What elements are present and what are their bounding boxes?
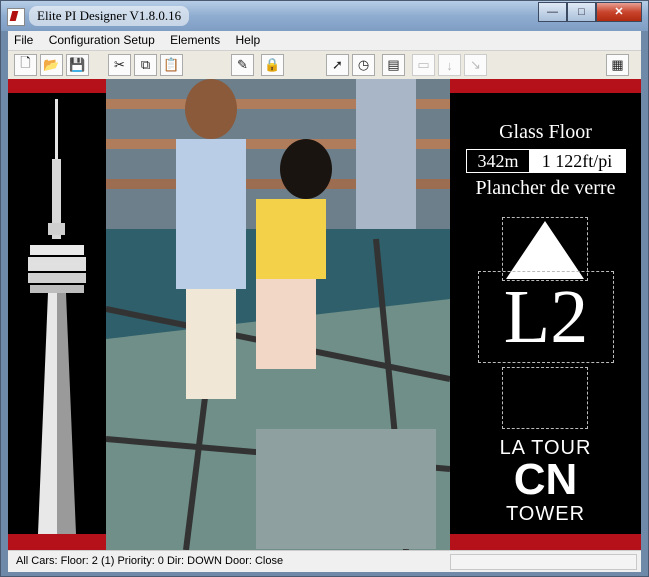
title-bar[interactable]: Elite PI Designer V1.8.0.16 — □ ✕ bbox=[1, 1, 648, 31]
close-button[interactable]: ✕ bbox=[596, 2, 642, 22]
arrow-pointer-icon: ➚ bbox=[332, 57, 343, 72]
select-pointer-button[interactable]: ➚ bbox=[326, 54, 349, 76]
copy-button[interactable]: ⧉ bbox=[134, 54, 157, 76]
menu-bar: File Configuration Setup Elements Help bbox=[8, 31, 641, 49]
glass-floor-photo bbox=[106, 79, 450, 550]
right-red-header-bar bbox=[450, 79, 641, 93]
lock-button[interactable]: 🔒 bbox=[261, 54, 284, 76]
floor-label: L2 bbox=[503, 275, 589, 359]
open-folder-button[interactable]: 📂 bbox=[40, 54, 63, 76]
layout-view-button[interactable]: ▦ bbox=[606, 54, 629, 76]
document-properties-icon: ▤ bbox=[387, 57, 400, 72]
window-title: Elite PI Designer V1.8.0.16 bbox=[29, 6, 190, 26]
left-red-header-bar bbox=[8, 79, 106, 93]
floor-name-english: Glass Floor bbox=[499, 121, 592, 143]
arrow-down-icon: ↓ bbox=[446, 57, 453, 73]
disabled-tool-1-button[interactable]: ▭ bbox=[412, 54, 435, 76]
maximize-button[interactable]: □ bbox=[567, 2, 596, 22]
paste-icon: 📋 bbox=[163, 57, 180, 72]
down-arrow-frame bbox=[502, 367, 588, 429]
blank-icon: ▭ bbox=[417, 57, 430, 72]
window-controls: — □ ✕ bbox=[538, 2, 642, 22]
copy-icon: ⧉ bbox=[140, 57, 151, 72]
window-layout-icon: ▦ bbox=[611, 57, 624, 72]
lock-icon: 🔒 bbox=[264, 57, 281, 72]
left-red-footer-bar bbox=[8, 534, 106, 550]
menu-configuration-setup[interactable]: Configuration Setup bbox=[43, 31, 161, 49]
paste-button[interactable]: 📋 bbox=[160, 54, 183, 76]
clock-icon: ◷ bbox=[357, 57, 370, 72]
height-box: 342m 1 122ft/pi bbox=[466, 149, 626, 173]
menu-help[interactable]: Help bbox=[229, 31, 266, 49]
edit-pencil-icon: ✎ bbox=[237, 57, 248, 72]
new-file-icon: 🗋 bbox=[20, 55, 31, 70]
app-logo-icon[interactable] bbox=[7, 8, 25, 26]
status-progress-panel bbox=[450, 554, 637, 570]
floor-name-french: Plancher de verre bbox=[475, 177, 616, 199]
status-text: All Cars: Floor: 2 (1) Priority: 0 Dir: … bbox=[16, 555, 284, 567]
brand-line-2: TOWER bbox=[505, 503, 586, 525]
cut-button[interactable]: ✂ bbox=[108, 54, 131, 76]
right-red-footer-bar bbox=[450, 534, 641, 550]
display-canvas[interactable]: Glass Floor 342m 1 122ft/pi Plancher de … bbox=[8, 79, 641, 550]
application-window: Elite PI Designer V1.8.0.16 — □ ✕ File C… bbox=[0, 0, 649, 577]
status-bar: All Cars: Floor: 2 (1) Priority: 0 Dir: … bbox=[8, 550, 641, 572]
arrow-curve-icon: ↘ bbox=[470, 57, 481, 72]
toolbar: 🗋 📂 💾 ✂ ⧉ 📋 ✎ 🔒 ➚ ◷ ▤ ▭ ↓ ↘ ▦ bbox=[8, 50, 641, 80]
disabled-tool-2-button[interactable]: ↓ bbox=[438, 54, 461, 76]
edit-element-button[interactable]: ✎ bbox=[231, 54, 254, 76]
client-area: File Configuration Setup Elements Help 🗋… bbox=[8, 31, 641, 572]
cn-tower-silhouette bbox=[28, 99, 86, 534]
disabled-tool-3-button[interactable]: ↘ bbox=[464, 54, 487, 76]
clock-button[interactable]: ◷ bbox=[352, 54, 375, 76]
scissors-icon: ✂ bbox=[114, 57, 125, 72]
height-feet: 1 122ft/pi bbox=[529, 150, 625, 172]
floppy-disk-icon: 💾 bbox=[69, 57, 86, 72]
menu-file[interactable]: File bbox=[8, 31, 39, 49]
minimize-button[interactable]: — bbox=[538, 2, 567, 22]
folder-icon: 📂 bbox=[43, 57, 60, 72]
menu-elements[interactable]: Elements bbox=[164, 31, 226, 49]
height-meters: 342m bbox=[477, 151, 519, 171]
save-button[interactable]: 💾 bbox=[66, 54, 89, 76]
new-file-button[interactable]: 🗋 bbox=[14, 54, 37, 76]
properties-button[interactable]: ▤ bbox=[382, 54, 405, 76]
cn-logo: CN bbox=[513, 455, 578, 504]
